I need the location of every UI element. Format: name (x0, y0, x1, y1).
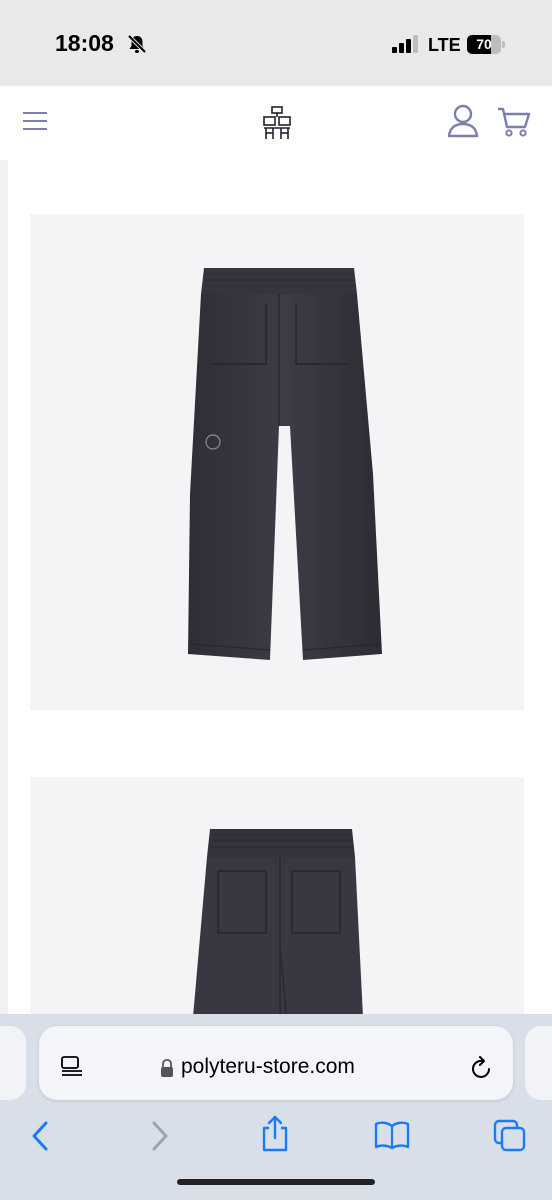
product-image-front[interactable] (30, 214, 524, 710)
hamburger-menu-icon[interactable] (22, 109, 48, 133)
logo-icon[interactable] (262, 105, 292, 141)
battery-level: 70 (476, 36, 492, 52)
browser-toolbar: polyteru-store.com (0, 1014, 552, 1200)
address-bar[interactable]: polyteru-store.com (39, 1026, 513, 1100)
browser-nav-row (0, 1106, 552, 1166)
user-account-icon[interactable] (447, 104, 479, 138)
back-chevron-icon[interactable] (30, 1120, 50, 1152)
page-menu-icon[interactable] (61, 1056, 83, 1076)
lock-icon (161, 1059, 173, 1077)
tabs-overview-icon[interactable] (493, 1119, 527, 1153)
bell-slash-icon (127, 34, 147, 54)
status-time: 18:08 (55, 30, 114, 56)
previous-tab-preview[interactable] (0, 1026, 26, 1100)
shopping-cart-icon[interactable] (497, 106, 531, 138)
product-image-back[interactable] (30, 777, 524, 1020)
product-gallery (8, 160, 552, 1020)
pants-front-illustration (188, 268, 382, 660)
status-bar: 18:08 LTE 70 (0, 0, 552, 86)
reload-icon[interactable] (471, 1056, 493, 1080)
site-header (0, 86, 552, 160)
forward-chevron-icon[interactable] (150, 1120, 170, 1152)
home-indicator (177, 1179, 375, 1185)
share-icon[interactable] (260, 1114, 290, 1152)
bookmarks-book-icon[interactable] (374, 1120, 410, 1150)
pants-back-illustration (192, 829, 364, 1020)
battery-indicator: 70 (467, 35, 505, 54)
url-text: polyteru-store.com (181, 1055, 355, 1078)
next-tab-preview[interactable] (525, 1026, 552, 1100)
network-type: LTE (428, 35, 461, 55)
cellular-signal-icon (392, 35, 418, 53)
